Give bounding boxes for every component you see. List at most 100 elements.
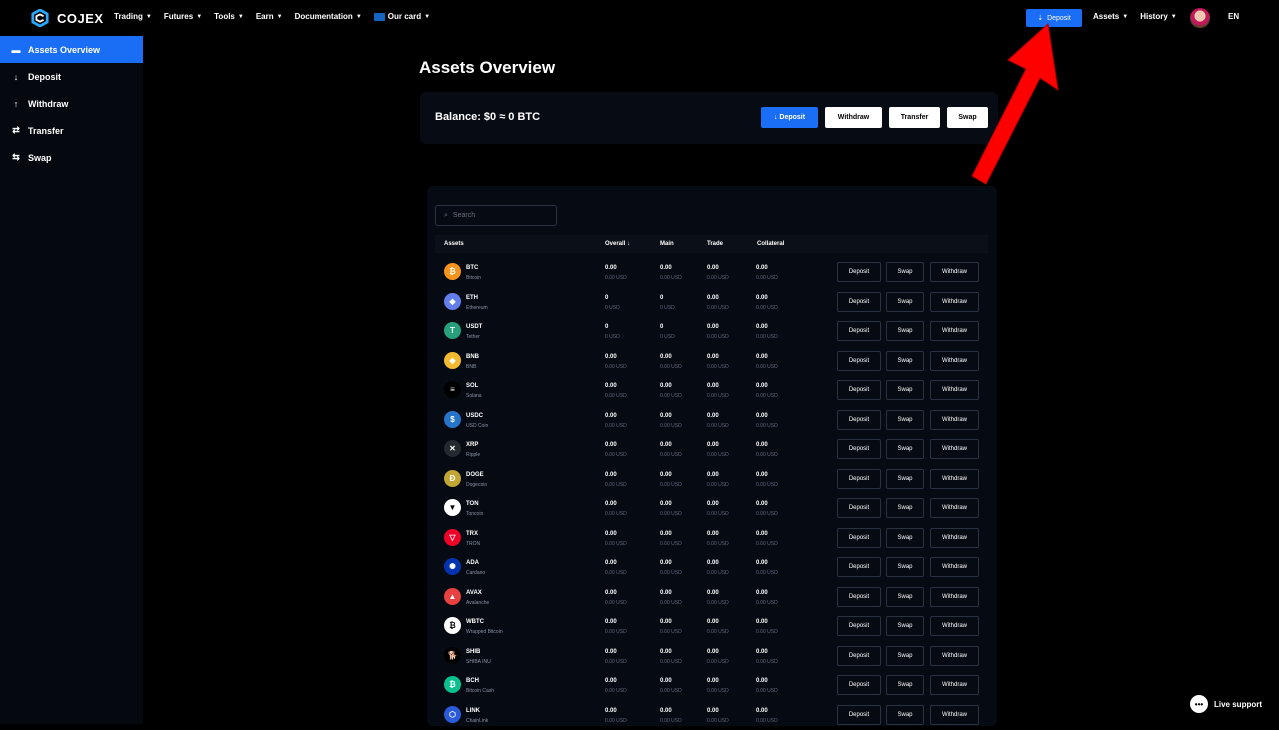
row-withdraw-button[interactable]: Withdraw: [930, 469, 979, 489]
asset-symbol: BCH: [466, 678, 479, 684]
row-swap-button[interactable]: Swap: [886, 351, 924, 371]
row-deposit-button[interactable]: Deposit: [837, 705, 881, 725]
nav-trading[interactable]: Trading▼: [114, 12, 152, 21]
row-swap-button[interactable]: Swap: [886, 587, 924, 607]
row-deposit-button[interactable]: Deposit: [837, 321, 881, 341]
row-deposit-button[interactable]: Deposit: [837, 675, 881, 695]
overall-usd-value: 0.00 USD: [605, 688, 627, 694]
eth-coin-icon: ◆: [444, 293, 461, 310]
user-avatar[interactable]: [1190, 8, 1210, 28]
asset-symbol: LINK: [466, 708, 480, 714]
row-withdraw-button[interactable]: Withdraw: [930, 262, 979, 282]
table-row: ✕XRPRipple0.000.00 USD0.000.00 USD0.000.…: [427, 435, 997, 465]
nav-documentation[interactable]: Documentation▼: [295, 12, 362, 21]
row-deposit-button[interactable]: Deposit: [837, 351, 881, 371]
chevron-down-icon: ▼: [277, 14, 283, 20]
row-withdraw-button[interactable]: Withdraw: [930, 321, 979, 341]
sidebar-item-transfer[interactable]: ⇄Transfer: [0, 117, 143, 144]
row-deposit-button[interactable]: Deposit: [837, 528, 881, 548]
row-deposit-button[interactable]: Deposit: [837, 410, 881, 430]
deposit-button[interactable]: ↓ Deposit: [761, 107, 818, 128]
header-overall[interactable]: Overall ↓: [605, 241, 630, 247]
search-input[interactable]: ⌕ Search: [435, 205, 557, 226]
overall-usd-value: 0.00 USD: [605, 364, 627, 370]
sidebar-item-assets-overview[interactable]: ▬Assets Overview: [0, 36, 143, 63]
overall-usd-value: 0.00 USD: [605, 629, 627, 635]
row-withdraw-button[interactable]: Withdraw: [930, 351, 979, 371]
row-swap-button[interactable]: Swap: [886, 410, 924, 430]
row-deposit-button[interactable]: Deposit: [837, 587, 881, 607]
sidebar-item-deposit[interactable]: ↓Deposit: [0, 63, 143, 90]
row-swap-button[interactable]: Swap: [886, 528, 924, 548]
row-withdraw-button[interactable]: Withdraw: [930, 498, 979, 518]
row-swap-button[interactable]: Swap: [886, 292, 924, 312]
cojex-logo-icon: [31, 9, 49, 27]
nav-assets[interactable]: Assets▼: [1093, 12, 1128, 21]
trade-usd-value: 0.00 USD: [707, 305, 729, 311]
row-withdraw-button[interactable]: Withdraw: [930, 587, 979, 607]
nav-history[interactable]: History▼: [1140, 12, 1177, 21]
usdc-coin-icon: $: [444, 411, 461, 428]
nav-our-card[interactable]: Our card▼: [374, 12, 430, 21]
row-withdraw-button[interactable]: Withdraw: [930, 439, 979, 459]
row-deposit-button[interactable]: Deposit: [837, 557, 881, 577]
row-withdraw-button[interactable]: Withdraw: [930, 705, 979, 725]
collateral-value: 0.00: [756, 383, 768, 389]
row-withdraw-button[interactable]: Withdraw: [930, 646, 979, 666]
row-withdraw-button[interactable]: Withdraw: [930, 616, 979, 636]
row-deposit-button[interactable]: Deposit: [837, 380, 881, 400]
row-withdraw-button[interactable]: Withdraw: [930, 380, 979, 400]
wallet-icon: ▬: [11, 45, 21, 55]
row-withdraw-button[interactable]: Withdraw: [930, 528, 979, 548]
nav-futures[interactable]: Futures▼: [164, 12, 202, 21]
main-value: 0.00: [660, 442, 672, 448]
bch-coin-icon: ₿: [444, 676, 461, 693]
collateral-value: 0.00: [756, 649, 768, 655]
chevron-down-icon: ▼: [196, 14, 202, 20]
trade-value: 0.00: [707, 708, 719, 714]
row-swap-button[interactable]: Swap: [886, 705, 924, 725]
coin-glyph: ₿: [449, 680, 456, 689]
asset-symbol: WBTC: [466, 619, 484, 625]
asset-name: TRON: [466, 541, 480, 547]
row-swap-button[interactable]: Swap: [886, 646, 924, 666]
language-selector[interactable]: EN: [1228, 12, 1239, 21]
row-swap-button[interactable]: Swap: [886, 262, 924, 282]
collateral-value: 0.00: [756, 442, 768, 448]
coin-glyph: ⬡: [449, 710, 456, 719]
nav-tools[interactable]: Tools▼: [214, 12, 244, 21]
sidebar-item-swap[interactable]: ⇆Swap: [0, 144, 143, 171]
row-swap-button[interactable]: Swap: [886, 498, 924, 518]
row-withdraw-button[interactable]: Withdraw: [930, 292, 979, 312]
live-support-button[interactable]: ••• Live support: [1190, 695, 1262, 713]
row-deposit-button[interactable]: Deposit: [837, 646, 881, 666]
row-deposit-button[interactable]: Deposit: [837, 439, 881, 459]
row-swap-button[interactable]: Swap: [886, 321, 924, 341]
row-withdraw-button[interactable]: Withdraw: [930, 557, 979, 577]
row-swap-button[interactable]: Swap: [886, 380, 924, 400]
trade-usd-value: 0.00 USD: [707, 423, 729, 429]
sidebar-item-withdraw[interactable]: ↑Withdraw: [0, 90, 143, 117]
withdraw-button[interactable]: Withdraw: [825, 107, 882, 128]
transfer-button[interactable]: Transfer: [889, 107, 940, 128]
row-deposit-button[interactable]: Deposit: [837, 262, 881, 282]
row-deposit-button[interactable]: Deposit: [837, 469, 881, 489]
row-withdraw-button[interactable]: Withdraw: [930, 410, 979, 430]
search-icon: ⌕: [444, 212, 448, 220]
brand-name: COJEX: [57, 11, 104, 26]
row-swap-button[interactable]: Swap: [886, 439, 924, 459]
trade-usd-value: 0.00 USD: [707, 718, 729, 724]
row-deposit-button[interactable]: Deposit: [837, 498, 881, 518]
row-swap-button[interactable]: Swap: [886, 469, 924, 489]
row-withdraw-button[interactable]: Withdraw: [930, 675, 979, 695]
row-deposit-button[interactable]: Deposit: [837, 292, 881, 312]
table-row: ⬡LINKChainLink0.000.00 USD0.000.00 USD0.…: [427, 701, 997, 730]
row-swap-button[interactable]: Swap: [886, 616, 924, 636]
row-deposit-button[interactable]: Deposit: [837, 616, 881, 636]
row-swap-button[interactable]: Swap: [886, 557, 924, 577]
main-usd-value: 0 USD: [660, 334, 675, 340]
logo[interactable]: COJEX: [31, 9, 104, 27]
row-swap-button[interactable]: Swap: [886, 675, 924, 695]
nav-earn[interactable]: Earn▼: [256, 12, 283, 21]
main-value: 0.00: [660, 590, 672, 596]
